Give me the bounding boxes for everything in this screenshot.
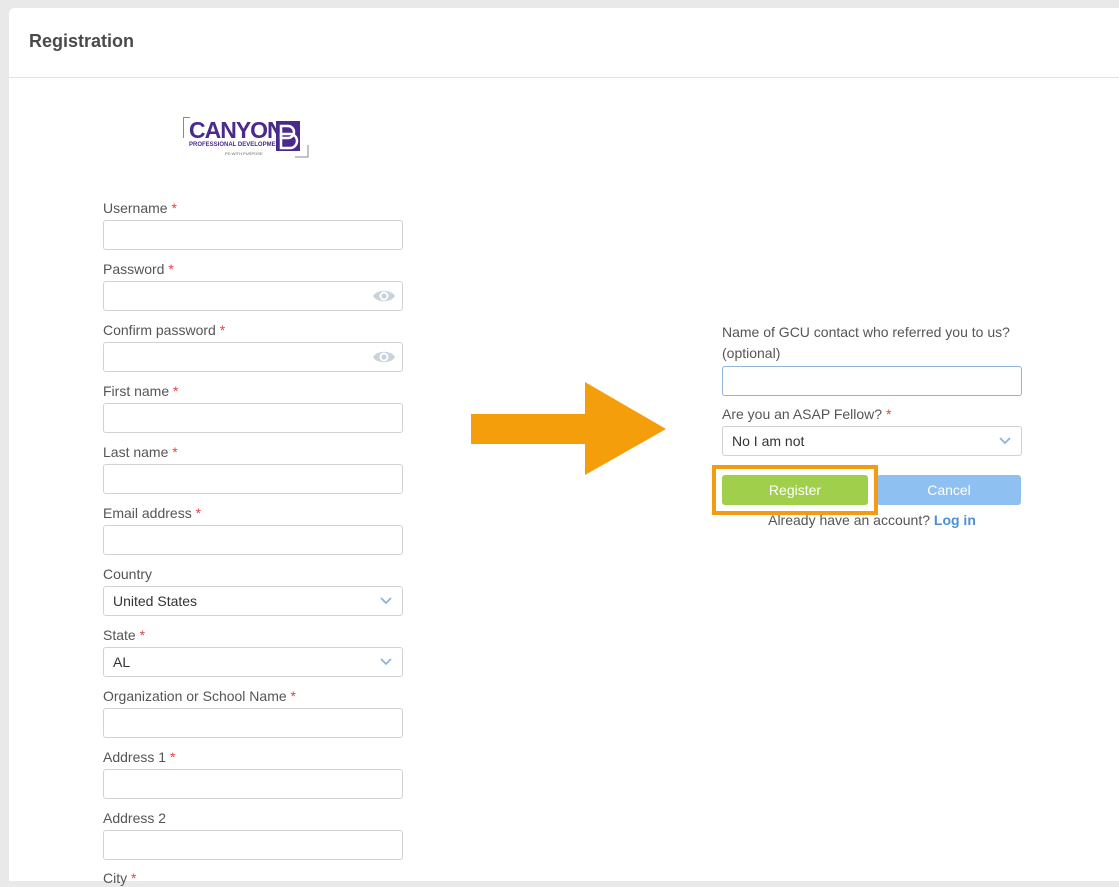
asap-label: Are you an ASAP Fellow? * [722, 406, 892, 422]
confirm-password-input[interactable] [103, 342, 403, 372]
address2-label: Address 2 [103, 810, 167, 826]
first-name-input[interactable] [103, 403, 403, 433]
state-label: State * [103, 627, 146, 643]
logo-tagline: PD WITH PURPOSE [225, 151, 263, 156]
referral-label: Name of GCU contact who referred you to … [722, 324, 1010, 361]
canyon-logo: CANYON PROFESSIONAL DEVELOPMENT PD WITH … [183, 117, 311, 159]
cancel-button[interactable]: Cancel [877, 475, 1021, 505]
state-selected-value: AL [113, 654, 131, 670]
address1-label: Address 1 * [103, 749, 176, 765]
asap-select[interactable]: No I am not [722, 426, 1022, 456]
pd-mark-icon [276, 121, 309, 158]
address2-field-group: Address 2 [103, 809, 403, 860]
city-field-group: City * [103, 869, 403, 887]
username-input[interactable] [103, 220, 403, 250]
eye-icon[interactable] [372, 288, 396, 304]
password-input[interactable] [103, 281, 403, 311]
first-name-field-group: First name * [103, 382, 403, 433]
eye-icon[interactable] [372, 349, 396, 365]
asap-selected-value: No I am not [732, 433, 805, 449]
address1-field-group: Address 1 * [103, 748, 403, 799]
email-input[interactable] [103, 525, 403, 555]
logo-wordmark: CANYON [189, 117, 284, 143]
password-field-group: Password * [103, 260, 403, 311]
chevron-down-icon [380, 597, 392, 605]
address1-input[interactable] [103, 769, 403, 799]
country-field-group: Country United States [103, 565, 403, 616]
chevron-down-icon [999, 437, 1011, 445]
organization-label: Organization or School Name * [103, 688, 296, 704]
confirm-password-label: Confirm password * [103, 322, 226, 338]
login-link[interactable]: Log in [934, 512, 976, 528]
logo-subtitle: PROFESSIONAL DEVELOPMENT [189, 142, 284, 148]
first-name-label: First name * [103, 383, 179, 399]
address2-input[interactable] [103, 830, 403, 860]
referral-input[interactable] [722, 366, 1022, 396]
chevron-down-icon [380, 658, 392, 666]
country-selected-value: United States [113, 593, 198, 609]
confirm-password-field-group: Confirm password * [103, 321, 403, 372]
username-field-group: Username * [103, 199, 403, 250]
register-highlight-box [712, 465, 878, 515]
username-label: Username * [103, 200, 177, 216]
already-text: Already have an account? [768, 512, 930, 528]
password-label: Password * [103, 261, 174, 277]
arrow-right-icon [471, 382, 666, 475]
country-label: Country [103, 566, 153, 582]
last-name-label: Last name * [103, 444, 178, 460]
last-name-input[interactable] [103, 464, 403, 494]
organization-field-group: Organization or School Name * [103, 687, 403, 738]
last-name-field-group: Last name * [103, 443, 403, 494]
page-title: Registration [29, 31, 135, 51]
state-select[interactable]: AL [103, 647, 403, 677]
referral-field-group: Name of GCU contact who referred you to … [722, 322, 1022, 396]
organization-input[interactable] [103, 708, 403, 738]
card-header: Registration [9, 8, 1119, 78]
login-prompt: Already have an account? Log in [722, 512, 1022, 528]
email-field-group: Email address * [103, 504, 403, 555]
state-field-group: State * AL [103, 626, 403, 677]
country-select[interactable]: United States [103, 586, 403, 616]
asap-field-group: Are you an ASAP Fellow? * No I am not [722, 405, 1022, 456]
email-label: Email address * [103, 505, 202, 521]
city-label: City * [103, 870, 137, 886]
